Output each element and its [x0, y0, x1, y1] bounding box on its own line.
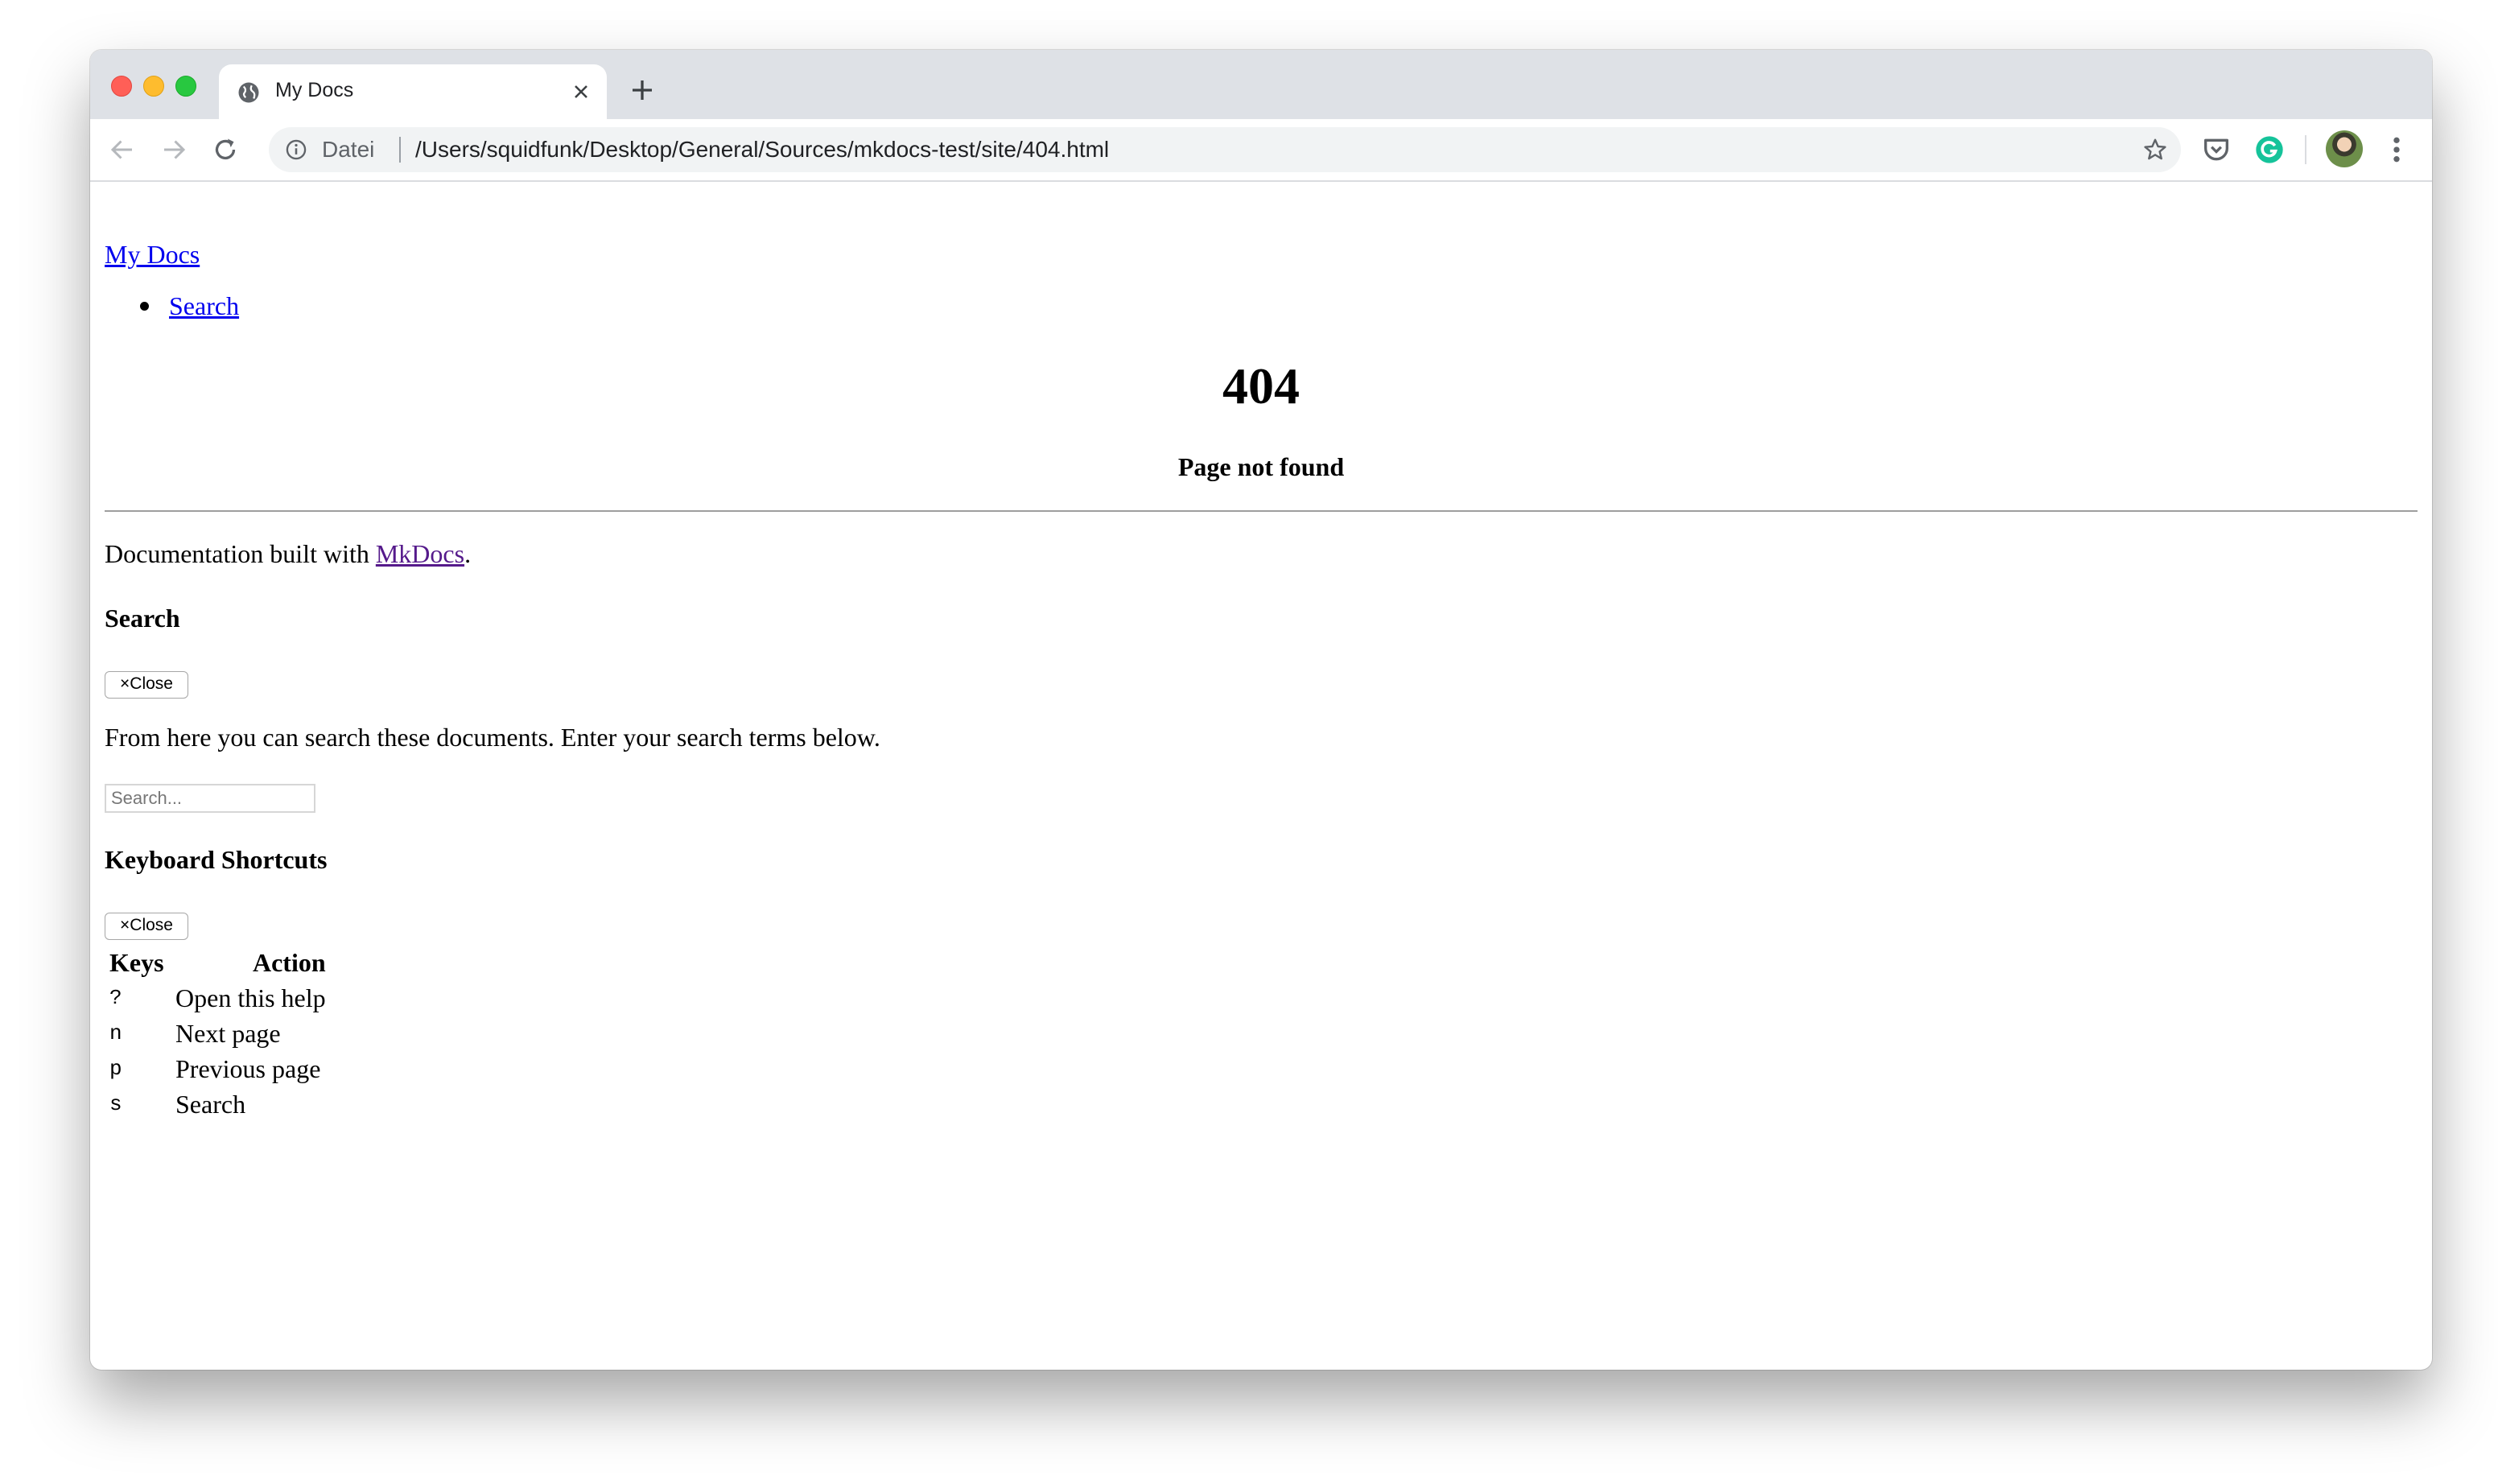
- table-row: s Search: [105, 1086, 331, 1122]
- globe-icon: [238, 82, 259, 103]
- back-arrow-icon[interactable]: [108, 135, 137, 164]
- site-brand: My Docs: [105, 240, 2418, 269]
- site-title-link[interactable]: My Docs: [105, 240, 200, 269]
- address-bar[interactable]: Datei /Users/squidfunk/Desktop/General/S…: [269, 127, 2181, 172]
- mkdocs-link[interactable]: MkDocs: [376, 539, 464, 568]
- search-modal-title: Search: [105, 604, 180, 633]
- shortcut-action: Next page: [175, 1019, 281, 1048]
- keyboard-modal-title: Keyboard Shortcuts: [105, 845, 328, 874]
- table-row: n Next page: [105, 1016, 331, 1051]
- footer-text: Documentation built with MkDocs.: [105, 538, 2418, 570]
- more-menu-icon[interactable]: [2389, 134, 2405, 166]
- page-content: My Docs Search 404 Page not found Docume…: [90, 182, 2432, 1370]
- url-text[interactable]: /Users/squidfunk/Desktop/General/Sources…: [415, 137, 1109, 163]
- nav-item-search[interactable]: Search: [169, 291, 239, 320]
- profile-avatar[interactable]: [2326, 130, 2363, 167]
- search-close-button[interactable]: ×Close: [105, 671, 188, 699]
- grammarly-icon[interactable]: [2253, 134, 2286, 166]
- toolbar-divider: [2305, 135, 2306, 164]
- browser-window: My Docs Datei /Users/squidfunk/Desktop/G…: [90, 50, 2432, 1370]
- new-tab-icon[interactable]: [628, 76, 657, 105]
- reload-icon[interactable]: [211, 135, 240, 164]
- address-separator: [399, 137, 401, 163]
- column-header-action: Action: [252, 948, 326, 977]
- keyboard-close-button[interactable]: ×Close: [105, 913, 188, 940]
- pocket-icon[interactable]: [2200, 134, 2232, 166]
- table-row: p Previous page: [105, 1051, 331, 1086]
- shortcut-action: Search: [175, 1090, 246, 1119]
- search-input[interactable]: [105, 784, 315, 813]
- bookmark-star-icon[interactable]: [2142, 137, 2168, 163]
- column-header-keys: Keys: [109, 948, 164, 977]
- maximize-window-button[interactable]: [175, 76, 196, 97]
- minimize-window-button[interactable]: [143, 76, 164, 97]
- shortcut-action: Open this help: [175, 983, 326, 1012]
- shortcut-key: ?: [109, 986, 122, 1010]
- info-icon[interactable]: [285, 138, 307, 161]
- forward-arrow-icon[interactable]: [159, 135, 188, 164]
- browser-tab[interactable]: My Docs: [219, 64, 607, 119]
- search-description: From here you can search these documents…: [105, 723, 880, 752]
- tab-strip: My Docs: [90, 50, 2432, 119]
- list-bullet: [140, 302, 149, 311]
- tab-title: My Docs: [275, 79, 354, 101]
- shortcut-key: n: [109, 1021, 122, 1045]
- footer-suffix: .: [464, 539, 472, 568]
- shortcuts-table: Keys Action ? Open this help n Next page…: [105, 945, 331, 1122]
- browser-toolbar: Datei /Users/squidfunk/Desktop/General/S…: [90, 119, 2432, 182]
- close-tab-icon[interactable]: [570, 80, 592, 103]
- table-header-row: Keys Action: [105, 945, 331, 980]
- close-window-button[interactable]: [111, 76, 132, 97]
- shortcut-key: s: [109, 1092, 122, 1116]
- footer-prefix: Documentation built with: [105, 539, 376, 568]
- error-message-heading: Page not found: [1177, 452, 1345, 481]
- table-row: ? Open this help: [105, 980, 331, 1016]
- url-scheme-label: Datei: [322, 137, 375, 162]
- horizontal-rule: [105, 510, 2418, 512]
- error-code-heading: 404: [1222, 357, 1300, 414]
- shortcut-key: p: [109, 1057, 122, 1081]
- shortcut-action: Previous page: [175, 1054, 321, 1083]
